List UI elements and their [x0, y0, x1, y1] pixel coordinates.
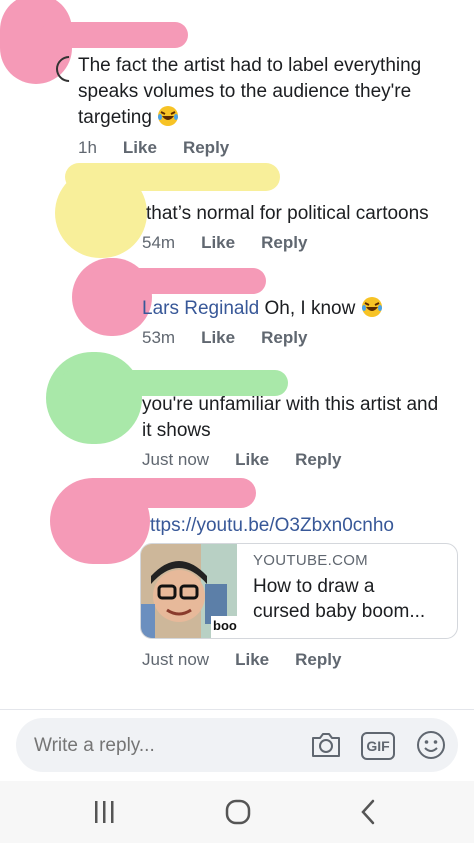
comment-3-text: Lars Reginald Oh, I know: [142, 296, 383, 322]
comment-5-meta: Just now Like Reply: [142, 650, 341, 670]
back-icon[interactable]: [358, 798, 378, 831]
reply-input[interactable]: [32, 730, 296, 762]
comment-1-text: The fact the artist had to label everyth…: [78, 55, 422, 128]
gif-icon[interactable]: GIF: [361, 732, 395, 760]
recent-apps-icon[interactable]: [92, 799, 116, 830]
comment-1-meta: 1h Like Reply: [78, 138, 229, 158]
comment-5-reply-button[interactable]: Reply: [295, 650, 341, 670]
comment-2-reply-button[interactable]: Reply: [261, 233, 307, 253]
comment-2-meta: 54m Like Reply: [142, 233, 307, 253]
comment-1-like-button[interactable]: Like: [123, 138, 157, 158]
comment-1-reply-button[interactable]: Reply: [183, 138, 229, 158]
comment-3-meta: 53m Like Reply: [142, 328, 307, 348]
redaction-scribble-pink-1b: [40, 22, 188, 48]
comment-3-like-button[interactable]: Like: [201, 328, 235, 348]
comment-5-time: Just now: [142, 650, 210, 669]
comment-3-reply-button[interactable]: Reply: [261, 328, 307, 348]
thumbnail-caption: boo: [213, 618, 237, 633]
video-thumbnail: boo: [141, 544, 237, 638]
laughing-emoji-icon: [361, 296, 383, 318]
comment-2-text: that’s normal for political cartoons: [146, 203, 429, 224]
comment-4-meta: Just now Like Reply: [142, 450, 341, 470]
link-preview-card[interactable]: boo YOUTUBE.COM How to draw a cursed bab…: [140, 543, 458, 639]
comment-1-time: 1h: [78, 138, 97, 157]
comment-4-like-button[interactable]: Like: [235, 450, 269, 470]
emoji-icon[interactable]: [416, 730, 446, 765]
link-title: How to draw a cursed baby boom...: [253, 576, 426, 622]
mention-link[interactable]: Lars Reginald: [142, 298, 259, 319]
comment-4-time: Just now: [142, 450, 210, 469]
comment-2-time: 54m: [142, 233, 176, 252]
link-domain: YOUTUBE.COM: [253, 552, 368, 569]
reply-composer: GIF: [16, 718, 458, 772]
laughing-emoji-icon: [157, 105, 179, 127]
comment-3-time: 53m: [142, 328, 176, 347]
composer-divider: [0, 709, 474, 710]
comment-2-like-button[interactable]: Like: [201, 233, 235, 253]
system-navigation-bar: [0, 781, 474, 843]
redaction-scribble-green: [46, 352, 142, 444]
comment-5-like-button[interactable]: Like: [235, 650, 269, 670]
comment-4-text: you're unfamiliar with this artist and i…: [142, 394, 439, 441]
redaction-scribble-pink-2b: [90, 268, 266, 294]
redaction-scribble-yellow-b: [65, 163, 280, 191]
redaction-scribble-pink-3b: [80, 478, 256, 508]
camera-icon[interactable]: [310, 730, 342, 765]
youtube-link[interactable]: ttps://youtu.be/O3Zbxn0cnho: [150, 513, 394, 539]
comment-4-reply-button[interactable]: Reply: [295, 450, 341, 470]
home-icon[interactable]: [224, 798, 252, 831]
